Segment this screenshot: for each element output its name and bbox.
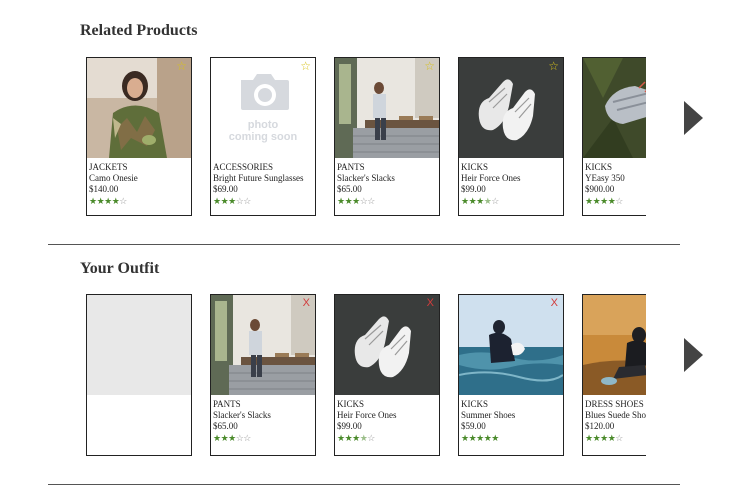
outfit-next-arrow-icon[interactable]	[684, 338, 703, 372]
product-image	[335, 58, 439, 158]
product-price: $65.00	[337, 184, 362, 194]
favorite-star-icon[interactable]: ☆	[176, 60, 187, 72]
remove-close-icon[interactable]: X	[427, 298, 434, 309]
product-image	[583, 58, 646, 158]
remove-close-icon[interactable]: X	[303, 298, 310, 309]
remove-close-icon[interactable]: X	[551, 298, 558, 309]
star-rating: ★★★★☆	[585, 433, 623, 443]
product-category: ACCESSORIES	[213, 162, 274, 172]
outfit-card[interactable]: X KICKS Summer Shoes $59.00 ★★★★★	[458, 294, 564, 456]
product-info: KICKS YEasy 350 $900.00	[585, 162, 646, 195]
product-name: Heir Force Ones	[461, 173, 521, 183]
related-products-track: ☆ JACKETS Camo Onesie $140.00 ★★★★☆ phot…	[86, 57, 646, 219]
star-rating: ★★★★☆	[89, 196, 127, 206]
related-products-title: Related Products	[80, 22, 198, 39]
product-image	[459, 295, 563, 395]
product-price: $99.00	[461, 184, 486, 194]
star-rating: ★★★★★	[461, 433, 499, 443]
product-name: YEasy 350	[585, 173, 625, 183]
product-info: PANTS Slacker's Slacks $65.00	[213, 399, 315, 432]
related-products-carousel: ☆ JACKETS Camo Onesie $140.00 ★★★★☆ phot…	[86, 57, 646, 219]
product-category: KICKS	[337, 399, 365, 409]
favorite-star-icon[interactable]: ☆	[300, 60, 311, 72]
product-price: $140.00	[89, 184, 119, 194]
product-name: Summer Shoes	[461, 410, 516, 420]
favorite-star-icon[interactable]: ☆	[424, 60, 435, 72]
product-name: Slacker's Slacks	[337, 173, 395, 183]
product-card[interactable]: ☆ PANTS Slacker's Slacks $65.00 ★★★☆☆	[334, 57, 440, 216]
star-rating: ★★★★☆	[585, 196, 623, 206]
product-card[interactable]: KICKS YEasy 350 $900.00 ★★★★☆	[582, 57, 646, 216]
your-outfit-carousel: X PANTS Slacker's Slacks $65.00 ★★★☆☆ X …	[86, 294, 646, 456]
star-rating: ★★★☆☆	[213, 433, 251, 443]
product-category: DRESS SHOES	[585, 399, 644, 409]
product-image	[459, 58, 563, 158]
product-name: Heir Force Ones	[337, 410, 397, 420]
product-image	[211, 295, 315, 395]
product-info: JACKETS Camo Onesie $140.00	[89, 162, 191, 195]
outfit-card[interactable]: X KICKS Heir Force Ones $99.00 ★★★★☆	[334, 294, 440, 456]
placeholder-text-line1: photo	[248, 119, 279, 131]
outfit-card[interactable]: DRESS SHOES Blues Suede Shoes $120.00 ★★…	[582, 294, 646, 456]
add-to-outfit-card[interactable]	[86, 294, 192, 456]
product-category: JACKETS	[89, 162, 128, 172]
outfit-card[interactable]: X PANTS Slacker's Slacks $65.00 ★★★☆☆	[210, 294, 316, 456]
product-image	[87, 58, 191, 158]
star-rating: ★★★★☆	[461, 196, 499, 206]
product-name: Slacker's Slacks	[213, 410, 271, 420]
star-rating: ★★★★☆	[337, 433, 375, 443]
product-info: DRESS SHOES Blues Suede Shoes $120.00	[585, 399, 646, 432]
product-info: KICKS Summer Shoes $59.00	[461, 399, 563, 432]
product-card[interactable]: photo coming soon ☆ ACCESSORIES Bright F…	[210, 57, 316, 216]
product-category: KICKS	[461, 399, 489, 409]
add-to-outfit-placeholder	[87, 295, 191, 395]
product-price: $99.00	[337, 421, 362, 431]
star-rating: ★★★☆☆	[337, 196, 375, 206]
product-card[interactable]: ☆ JACKETS Camo Onesie $140.00 ★★★★☆	[86, 57, 192, 216]
product-name: Bright Future Sunglasses	[213, 173, 304, 183]
favorite-star-icon[interactable]: ☆	[548, 60, 559, 72]
product-image	[335, 295, 439, 395]
product-category: KICKS	[461, 162, 489, 172]
product-info: KICKS Heir Force Ones $99.00	[337, 399, 439, 432]
product-name: Camo Onesie	[89, 173, 138, 183]
product-image	[583, 295, 646, 395]
your-outfit-title: Your Outfit	[80, 260, 160, 277]
product-category: PANTS	[337, 162, 365, 172]
product-price: $900.00	[585, 184, 615, 194]
product-card[interactable]: ☆ KICKS Heir Force Ones $99.00 ★★★★☆	[458, 57, 564, 216]
section-divider	[48, 244, 680, 245]
section-divider-bottom	[48, 484, 680, 485]
product-info: KICKS Heir Force Ones $99.00	[461, 162, 563, 195]
placeholder-text-line2: coming soon	[229, 131, 298, 143]
product-info: PANTS Slacker's Slacks $65.00	[337, 162, 439, 195]
product-price: $59.00	[461, 421, 486, 431]
product-category: PANTS	[213, 399, 241, 409]
product-price: $65.00	[213, 421, 238, 431]
product-price: $69.00	[213, 184, 238, 194]
product-price: $120.00	[585, 421, 615, 431]
product-name: Blues Suede Shoes	[585, 410, 646, 420]
related-next-arrow-icon[interactable]	[684, 101, 703, 135]
product-info: ACCESSORIES Bright Future Sunglasses $69…	[213, 162, 315, 195]
your-outfit-track: X PANTS Slacker's Slacks $65.00 ★★★☆☆ X …	[86, 294, 646, 456]
star-rating: ★★★☆☆	[213, 196, 251, 206]
product-image-placeholder: photo coming soon	[211, 58, 315, 158]
product-category: KICKS	[585, 162, 613, 172]
